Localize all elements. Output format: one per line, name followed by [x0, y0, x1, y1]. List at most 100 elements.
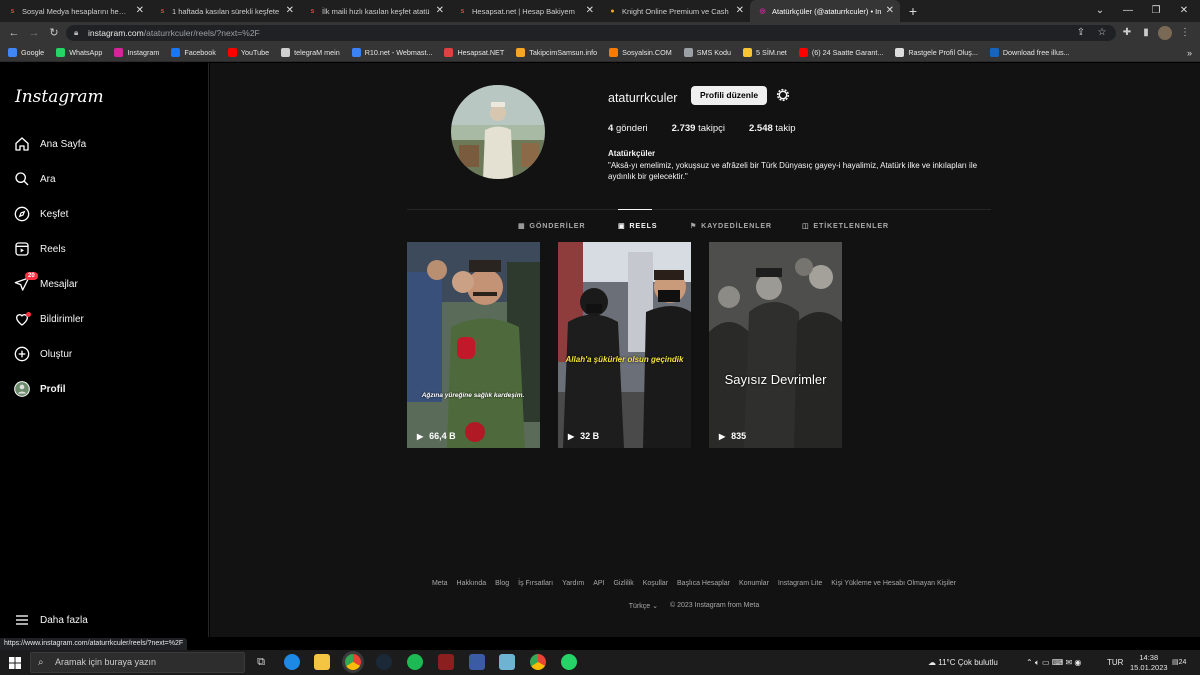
maximize-icon[interactable]: ❐ [1142, 0, 1170, 22]
bookmark-favicon-icon [56, 48, 66, 57]
following-stat[interactable]: 2.548 takip [749, 123, 796, 134]
new-tab-button[interactable]: + [900, 0, 926, 22]
bookmark-item[interactable]: Rastgele Profil Oluş... [895, 48, 978, 57]
steam-icon[interactable] [376, 654, 392, 670]
browser-tab[interactable]: s Sosyal Medya hesaplarını hemen ✕ [0, 0, 150, 22]
side-panel-icon[interactable]: ▮ [1139, 26, 1153, 40]
back-arrow-icon[interactable]: ← [6, 25, 22, 41]
footer-link[interactable]: Konumlar [739, 580, 769, 587]
bookmark-item[interactable]: TakipcimSamsun.info [516, 48, 597, 57]
file-explorer-icon[interactable] [314, 654, 330, 670]
footer-link[interactable]: Kişi Yükleme ve Hesabı Olmayan Kişiler [831, 580, 956, 587]
bookmark-item[interactable]: telegraM mein [281, 48, 340, 57]
close-tab-icon[interactable]: ✕ [586, 5, 594, 16]
tab-reels[interactable]: ▣ REELS [618, 221, 657, 230]
browser-tab[interactable]: ● Knight Online Premium ve Cash ✕ [600, 0, 750, 22]
profile-avatar-icon[interactable] [1158, 26, 1172, 40]
reel-thumbnail[interactable]: Allah'a şükürler olsun geçindik ▶ 32 B [558, 242, 691, 448]
extensions-icon[interactable]: ✚ [1120, 26, 1134, 40]
chrome-profile-icon[interactable] [530, 654, 546, 670]
url-host: instagram.com [88, 28, 144, 38]
input-language[interactable]: TUR [1107, 650, 1123, 675]
bookmark-item[interactable]: WhatsApp [56, 48, 102, 57]
close-tab-icon[interactable]: ✕ [436, 5, 444, 16]
bookmark-item[interactable]: Google [8, 48, 44, 57]
network-app-icon[interactable] [469, 654, 485, 670]
nav-explore[interactable]: Keşfet [14, 204, 68, 224]
close-tab-icon[interactable]: ✕ [886, 5, 894, 16]
tab-tagged[interactable]: ◫ ETİKETLENENLER [802, 221, 889, 230]
followers-stat[interactable]: 2.739 takipçi [672, 123, 725, 134]
language-select[interactable]: Türkçe ⌄ [629, 602, 658, 610]
nav-messages[interactable]: 20 Mesajlar [14, 272, 78, 294]
windows-start-icon[interactable] [9, 656, 21, 669]
whatsapp-icon[interactable] [561, 654, 577, 670]
game-launcher-icon[interactable] [438, 654, 454, 670]
bookmark-item[interactable]: Hesapsat.NET [444, 48, 504, 57]
footer-link[interactable]: Koşullar [643, 580, 668, 587]
reload-icon[interactable]: ↻ [46, 25, 62, 41]
footer-link[interactable]: Yardım [562, 580, 584, 587]
footer-link[interactable]: Hakkında [457, 580, 487, 587]
bookmark-item[interactable]: Facebook [171, 48, 216, 57]
tray-icons[interactable]: ⌃ 🔈︎ ▭ ⌨︎ ✉︎ ◉ [1026, 650, 1081, 675]
nav-home[interactable]: Ana Sayfa [14, 134, 86, 154]
tab-posts[interactable]: ▦ GÖNDERİLER [518, 221, 585, 230]
bookmark-item[interactable]: SMS Kodu [683, 48, 731, 57]
footer-link[interactable]: Blog [495, 580, 509, 587]
taskbar-search-input[interactable]: ⌕ Aramak için buraya yazın [30, 652, 245, 673]
reel-thumbnail[interactable]: Ağzına yüreğine sağlık kardeşim. ▶ 66,4 B [407, 242, 540, 448]
bookmark-item[interactable]: YouTube [227, 48, 269, 57]
footer-link[interactable]: Meta [432, 580, 448, 587]
bookmark-item[interactable]: 5 SİM.net [743, 48, 787, 57]
footer-link[interactable]: API [593, 580, 604, 587]
menu-kebab-icon[interactable]: ⋮ [1178, 26, 1192, 40]
instagram-logo[interactable]: Instagram [15, 87, 104, 107]
edit-profile-button[interactable]: Profili düzenle [691, 86, 767, 105]
nav-reels[interactable]: Reels [14, 239, 66, 259]
close-tab-icon[interactable]: ✕ [736, 5, 744, 16]
browser-tab-active[interactable]: ◎ Atatürkçüler (@ataturrkculer) • In ✕ [750, 0, 900, 22]
bookmarks-overflow-button[interactable]: » [1187, 44, 1192, 62]
close-tab-icon[interactable]: ✕ [286, 5, 294, 16]
bookmark-star-icon[interactable]: ☆ [1095, 26, 1109, 40]
nav-create[interactable]: Oluştur [14, 344, 72, 364]
profile-avatar[interactable] [451, 85, 545, 179]
avatar-icon [14, 381, 30, 397]
notification-center-icon[interactable]: ▤24 [1172, 650, 1186, 675]
reel-view-count: ▶ 835 [719, 431, 747, 441]
footer-link[interactable]: Gizlilik [613, 580, 633, 587]
reel-thumbnail[interactable]: Sayısız Devrimler ▶ 835 [709, 242, 842, 448]
spotify-icon[interactable] [407, 654, 423, 670]
close-tab-icon[interactable]: ✕ [136, 5, 144, 16]
close-window-icon[interactable]: ✕ [1170, 0, 1198, 22]
bookmark-item[interactable]: R10.net - Webmast... [351, 48, 432, 57]
bookmark-item[interactable]: (6) 24 Saatte Garant... [798, 48, 883, 57]
bookmark-item[interactable]: Download free illus... [989, 48, 1070, 57]
settings-gear-icon[interactable] [775, 87, 791, 103]
browser-tab[interactable]: s 1 haftada kasılan sürekli keşfete ✕ [150, 0, 300, 22]
nav-profile[interactable]: Profil [14, 379, 66, 399]
app-icon[interactable] [499, 654, 515, 670]
tab-search-icon[interactable]: ⌄ [1086, 0, 1114, 22]
clock[interactable]: 14:38 15.01.2023 [1130, 653, 1168, 673]
chrome-icon[interactable] [345, 654, 361, 670]
task-view-icon[interactable]: ⧉ [253, 654, 269, 670]
browser-tab[interactable]: s Hesapsat.net | Hesap Bakiyem ✕ [450, 0, 600, 22]
nav-more[interactable]: Daha fazla [14, 610, 88, 630]
address-bar[interactable]: 🔒︎ instagram.com/ataturrkculer/reels/?ne… [66, 25, 1116, 41]
bookmark-item[interactable]: Sosyalsin.COM [609, 48, 672, 57]
edge-icon[interactable] [284, 654, 300, 670]
minimize-icon[interactable]: — [1114, 0, 1142, 22]
nav-search[interactable]: Ara [14, 169, 56, 189]
nav-notifications[interactable]: Bildirimler [14, 309, 84, 329]
weather-widget[interactable]: ☁ 11°C Çok bulutlu [928, 650, 998, 675]
footer-link[interactable]: Instagram Lite [778, 580, 822, 587]
bookmark-item[interactable]: Instagram [114, 48, 159, 57]
browser-tab[interactable]: s İlk maili hızlı kasılan keşfet atatü ✕ [300, 0, 450, 22]
tab-saved[interactable]: ⚑ KAYDEDİLENLER [690, 221, 772, 230]
footer-link[interactable]: İş Fırsatları [518, 580, 553, 587]
forward-arrow-icon[interactable]: → [26, 25, 42, 41]
share-icon[interactable]: ⇪ [1074, 26, 1088, 40]
footer-link[interactable]: Başlıca Hesaplar [677, 580, 730, 587]
